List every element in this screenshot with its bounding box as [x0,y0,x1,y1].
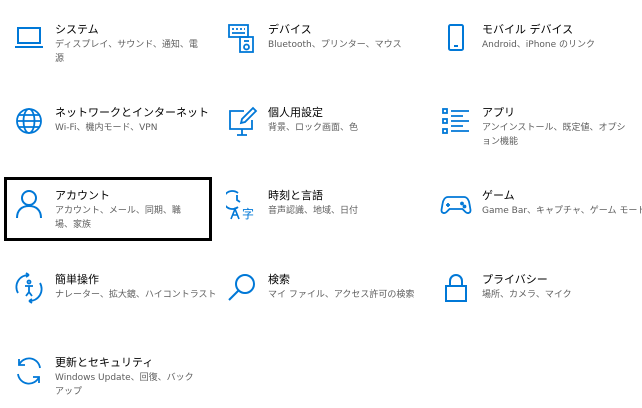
globe-icon [13,105,45,137]
tile-description: 音声認識、地域、日付 [268,206,359,216]
tile-description: 場所、カメラ、マイク [482,290,572,300]
personalization-icon [226,105,258,137]
tile-description: ナレーター、拡大鏡、ハイコントラスト [55,290,217,300]
tile-description: アンインストール、既定値、オプション機能 [482,123,626,147]
gamepad-icon [440,188,472,220]
tile-description: Game Bar、キャプチャ、ゲーム モード [482,206,642,216]
tile-title: 検索 [268,273,290,286]
tile-title: 更新とセキュリティ [55,356,154,369]
settings-tile-network[interactable]: ネットワークとインターネット Wi-Fi、機内モード、VPN [13,105,209,149]
lock-icon [440,272,472,304]
tile-title: アカウント [55,189,110,202]
tile-title: 個人用設定 [268,106,323,119]
laptop-icon [13,22,45,54]
tile-description: Windows Update、回復、バックアップ [55,373,194,397]
svg-text:字: 字 [242,206,254,220]
tile-title: ネットワークとインターネット [55,106,209,119]
settings-tile-ease-of-access[interactable]: 簡単操作 ナレーター、拡大鏡、ハイコントラスト [13,272,217,316]
tile-title: プライバシー [482,273,548,286]
tile-description: Bluetooth、プリンター、マウス [268,40,402,50]
tile-title: ゲーム [482,189,515,202]
keyboard-devices-icon [226,22,258,54]
tile-description: Android、iPhone のリンク [482,40,596,50]
settings-tile-time-language[interactable]: 字 時刻と言語 音声認識、地域、日付 [226,188,416,232]
settings-tile-privacy[interactable]: プライバシー 場所、カメラ、マイク [440,272,630,316]
person-icon [13,188,45,220]
settings-tile-personalization[interactable]: 個人用設定 背景、ロック画面、色 [226,105,416,149]
tile-description: ディスプレイ、サウンド、通知、電源 [55,40,198,64]
tile-title: デバイス [268,23,312,36]
tile-description: Wi-Fi、機内モード、VPN [55,123,158,133]
time-language-icon: 字 [226,188,258,220]
apps-list-icon [440,105,472,137]
tile-description: 背景、ロック画面、色 [268,123,359,133]
tile-title: アプリ [482,106,515,119]
update-icon [13,355,45,387]
tile-title: モバイル デバイス [482,23,574,36]
settings-tile-accounts[interactable]: アカウント アカウント、メール、同期、職場、家族 [13,188,203,236]
tile-title: 簡単操作 [55,273,99,286]
phone-icon [440,22,472,54]
settings-tile-system[interactable]: システム ディスプレイ、サウンド、通知、電源 [13,22,203,66]
settings-tile-gaming[interactable]: ゲーム Game Bar、キャプチャ、ゲーム モード [440,188,642,232]
settings-tile-mobile-devices[interactable]: モバイル デバイス Android、iPhone のリンク [440,22,630,66]
tile-description: アカウント、メール、同期、職場、家族 [55,206,181,230]
settings-tile-apps[interactable]: アプリ アンインストール、既定値、オプション機能 [440,105,635,149]
settings-tile-update-security[interactable]: 更新とセキュリティ Windows Update、回復、バックアップ [13,355,203,403]
tile-title: 時刻と言語 [268,189,323,202]
ease-of-access-icon [13,272,45,304]
tile-title: システム [55,23,99,36]
search-icon [226,272,258,304]
settings-tile-search[interactable]: 検索 マイ ファイル、アクセス許可の検索 [226,272,416,316]
tile-description: マイ ファイル、アクセス許可の検索 [268,290,415,300]
settings-tile-devices[interactable]: デバイス Bluetooth、プリンター、マウス [226,22,416,66]
